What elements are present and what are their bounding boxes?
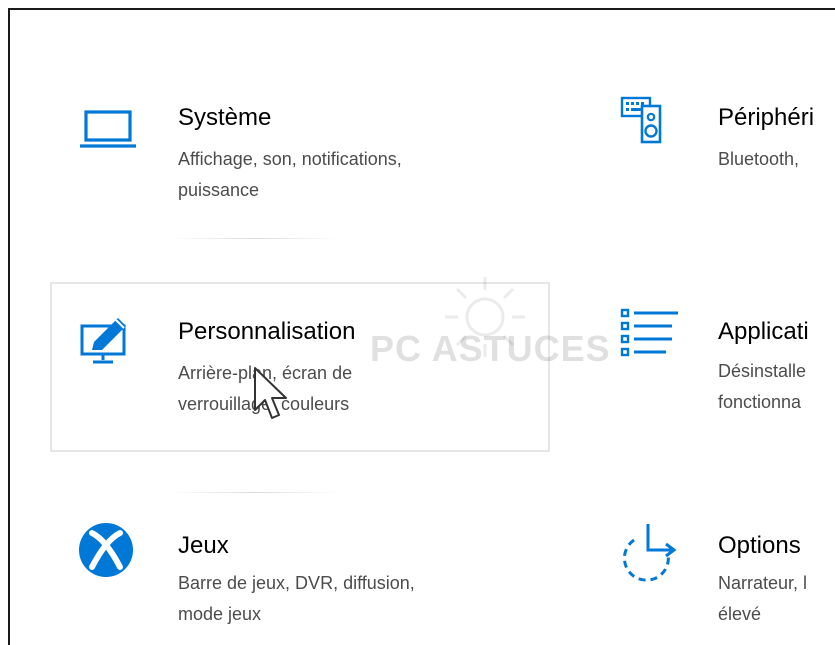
tile-title: Applicati	[718, 318, 809, 345]
apps-list-icon	[618, 306, 678, 366]
tile-description: Bluetooth,	[718, 149, 800, 169]
laptop-icon	[78, 100, 138, 160]
xbox-icon	[76, 520, 136, 580]
tile-applications[interactable]: Applicati Désinstalle fonctionna	[600, 300, 835, 450]
ease-of-access-icon	[618, 520, 678, 582]
tile-title: Système	[178, 104, 272, 131]
tile-title: Personnalisation	[178, 318, 356, 345]
tile-options[interactable]: Options Narrateur, l élevé	[600, 518, 835, 645]
paintbrush-monitor-icon	[78, 314, 138, 374]
keyboard-speaker-icon	[612, 92, 672, 152]
settings-viewport: Système Affichage, son, notifications, p…	[0, 0, 835, 645]
divider	[170, 238, 340, 239]
tile-title: Options	[718, 532, 801, 559]
tile-title: Jeux	[178, 532, 229, 559]
tile-description: Arrière-plan, écran de verrouillage, cou…	[178, 363, 353, 414]
tile-description: Affichage, son, notifications, puissance	[178, 149, 402, 200]
tile-description: Désinstalle fonctionna	[718, 361, 807, 412]
divider	[170, 492, 340, 493]
tile-description: Narrateur, l élevé	[718, 573, 808, 624]
tile-peripheriques[interactable]: Périphéri Bluetooth,	[600, 88, 835, 238]
tile-systeme[interactable]: Système Affichage, son, notifications, p…	[60, 88, 530, 238]
tile-personnalisation[interactable]: Personnalisation Arrière-plan, écran de …	[50, 282, 550, 452]
tile-description: Barre de jeux, DVR, diffusion, mode jeux	[178, 573, 415, 624]
tile-title: Périphéri	[718, 104, 815, 131]
tile-jeux[interactable]: Jeux Barre de jeux, DVR, diffusion, mode…	[60, 518, 530, 645]
